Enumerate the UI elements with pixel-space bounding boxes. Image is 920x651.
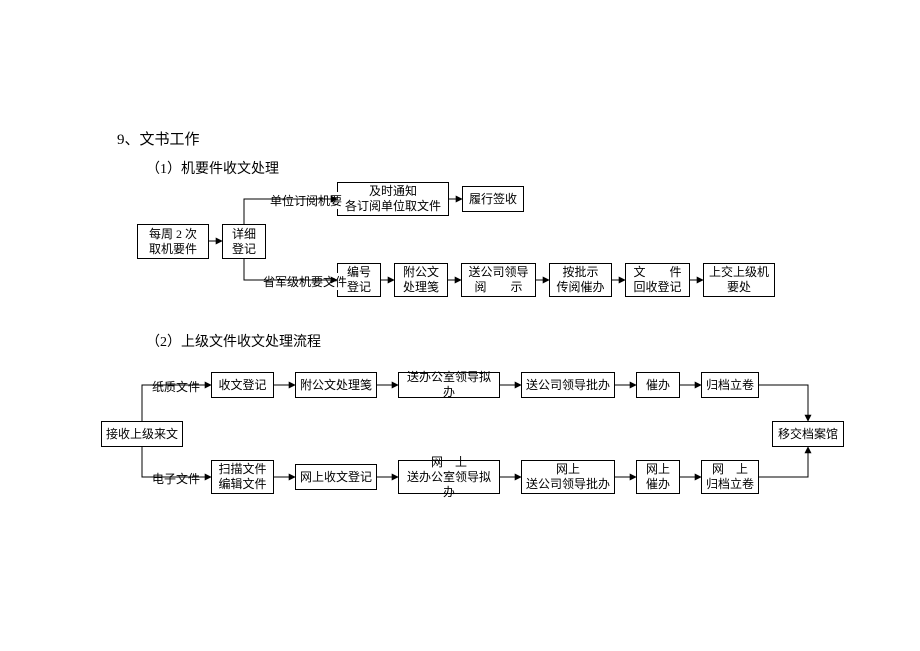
box-online-archive: 网 上 归档立卷 [701,460,759,494]
label-unit-subscribe: 单位订阅机要 [270,192,342,209]
box-attach-slip: 附公文处理笺 [295,372,377,398]
box-recv-reg: 收文登记 [211,372,274,398]
label-electronic: 电子文件 [152,470,200,487]
box-online-office: 网 上 送办公室领导拟办 [398,460,500,494]
box-send-leader: 送公司领导批办 [521,372,615,398]
box-online-leader: 网上 送公司领导批办 [521,460,615,494]
label-province-military: 省军级机要文件 [263,273,347,290]
box-instruct: 按批示 传阅催办 [549,263,612,297]
box-archive: 归档立卷 [701,372,759,398]
section2-heading: （2）上级文件收文处理流程 [146,331,321,351]
connectors [0,0,920,651]
box-notify: 及时通知 各订阅单位取文件 [337,182,449,216]
box-retrieve: 文 件 回收登记 [625,263,690,297]
label-paper: 纸质文件 [152,378,200,395]
title-text: 9、文书工作 [117,128,200,149]
box-online-reg: 网上收文登记 [295,464,377,490]
box-urge: 催办 [636,372,680,398]
box-register: 详细 登记 [222,224,266,259]
box-leader: 送公司领导 阅 示 [461,263,536,297]
box-receive: 接收上级来文 [101,421,183,447]
box-submit: 上交上级机 要处 [703,263,775,297]
box-send-office: 送办公室领导拟办 [398,372,500,398]
section1-heading: （1）机要件收文处理 [146,158,279,178]
box-transfer: 移交档案馆 [772,421,844,447]
box-online-urge: 网上 催办 [636,460,680,494]
box-weekly: 每周 2 次 取机要件 [137,224,209,259]
box-scan: 扫描文件 编辑文件 [211,460,274,494]
box-signoff: 履行签收 [462,186,524,212]
box-attach: 附公文 处理笺 [394,263,448,297]
